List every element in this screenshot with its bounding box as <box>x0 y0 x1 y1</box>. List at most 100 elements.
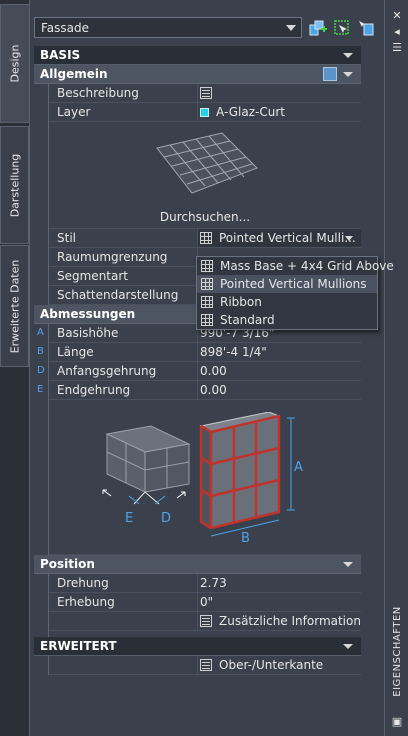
section-allgemein-title: Allgemein <box>40 67 108 81</box>
chevron-down-icon <box>286 25 296 31</box>
property-label: Drehung <box>57 576 109 590</box>
property-label: Segmentart <box>57 269 128 283</box>
document-icon <box>200 615 212 627</box>
object-type-select[interactable]: Fassade <box>34 17 302 38</box>
properties-palette: Fassade BASIS Allgemein Beschreibung Lay… <box>29 0 384 736</box>
dimension-marker: E <box>37 384 44 395</box>
section-position-header[interactable]: Position <box>34 555 361 574</box>
diagram-label-b: B <box>241 531 250 542</box>
auto-hide-icon[interactable]: ◂ <box>391 26 403 38</box>
property-value[interactable]: 0.00 <box>197 362 361 380</box>
style-preview[interactable]: Durchsuchen... <box>49 122 361 229</box>
chevron-down-icon[interactable] <box>345 236 353 241</box>
section-erweitert-header[interactable]: ERWEITERT <box>34 637 361 656</box>
dimension-diagram: E D A B <box>49 400 361 555</box>
dropdown-option-selected[interactable]: Pointed Vertical Mullions <box>197 275 377 293</box>
property-row-laenge[interactable]: B Länge 898'-4 1/4" <box>37 343 361 362</box>
section-allgemein-header[interactable]: Allgemein <box>34 65 361 84</box>
property-row-ober-unterkante[interactable]: Ober-/Unterkante <box>49 656 361 675</box>
property-row-anfangsgehrung[interactable]: D Anfangsgehrung 0.00 <box>37 362 361 381</box>
quick-properties-icon[interactable] <box>323 67 337 81</box>
document-icon[interactable] <box>200 87 212 99</box>
property-row-endgehrung[interactable]: E Endgehrung 0.00 <box>37 381 361 400</box>
select-objects-icon[interactable] <box>357 19 375 37</box>
tab-erweiterte-daten-label: Erweiterte Daten <box>8 259 21 353</box>
object-type-value: Fassade <box>41 20 90 35</box>
dimension-marker: A <box>37 327 44 338</box>
property-row-beschreibung[interactable]: Beschreibung <box>49 84 361 103</box>
property-label: Endgehrung <box>57 383 131 397</box>
property-value[interactable] <box>197 84 361 102</box>
layer-color-icon <box>200 107 209 117</box>
erweitert-rows: Ober-/Unterkante <box>48 656 361 675</box>
diagram-label-e: E <box>125 511 133 526</box>
property-label: Erhebung <box>57 595 115 609</box>
property-value[interactable]: 2.73 <box>197 574 361 592</box>
stil-value: Pointed Vertical Mulli... <box>219 231 356 245</box>
additional-info-button[interactable]: Zusätzliche Informationen <box>197 612 361 630</box>
property-label: Schattendarstellung <box>57 288 179 302</box>
curtain-wall-dimension-image: E D A B <box>102 412 303 542</box>
ober-unterkante-button[interactable]: Ober-/Unterkante <box>197 656 361 674</box>
property-label: Layer <box>57 105 91 119</box>
property-row-zusaetzliche-informationen[interactable]: Zusätzliche Informationen <box>49 612 361 631</box>
tab-design-label: Design <box>8 44 22 83</box>
section-basis-header[interactable]: BASIS <box>34 46 361 65</box>
diagram-label-d: D <box>161 511 171 526</box>
property-label: Basishöhe <box>57 326 119 340</box>
add-object-icon[interactable] <box>309 19 327 37</box>
grid-style-icon <box>201 260 213 272</box>
tab-design[interactable]: Design <box>0 4 29 123</box>
property-label: Stil <box>57 231 76 245</box>
section-abmessungen-title: Abmessungen <box>40 307 136 321</box>
property-value[interactable]: A-Glaz-Curt <box>197 103 361 121</box>
tab-darstellung-label: Darstellung <box>8 153 21 217</box>
property-value[interactable]: 0" <box>197 593 361 611</box>
property-row-drehung[interactable]: Drehung 2.73 <box>49 574 361 593</box>
settings-icon[interactable]: ☰ <box>391 42 403 54</box>
dimension-marker: B <box>37 346 44 357</box>
abmessungen-rows: A Basishöhe 990'-7 3/16" B Länge 898'-4 … <box>37 324 361 555</box>
chevron-down-icon <box>343 644 353 649</box>
diagram-label-a: A <box>294 460 303 475</box>
stil-dropdown-list[interactable]: Mass Base + 4x4 Grid Above Pointed Verti… <box>196 256 394 330</box>
curtain-wall-preview-image <box>156 132 258 194</box>
properties-content: BASIS Allgemein Beschreibung Layer A-Gla… <box>34 46 361 675</box>
property-value[interactable]: 0.00 <box>197 381 361 399</box>
property-label: Beschreibung <box>57 86 139 100</box>
stil-select[interactable]: Pointed Vertical Mulli... <box>197 229 361 247</box>
section-erweitert-title: ERWEITERT <box>40 639 117 653</box>
property-label: Anfangsgehrung <box>57 364 157 378</box>
palette-title-bar[interactable]: ✕ ◂ ☰ EIGENSCHAFTEN ▣ <box>384 0 408 736</box>
palette-title: EIGENSCHAFTEN <box>391 605 403 697</box>
property-row-stil[interactable]: Stil Pointed Vertical Mulli... <box>49 229 361 248</box>
section-basis-title: BASIS <box>40 48 81 62</box>
document-icon <box>200 659 212 671</box>
quick-select-icon[interactable] <box>333 19 351 37</box>
section-position-title: Position <box>40 557 95 571</box>
property-label: Länge <box>57 345 94 359</box>
palette-toolbar: Fassade <box>30 0 385 44</box>
dropdown-option[interactable]: Ribbon <box>197 293 377 311</box>
palette-menu-icon[interactable]: ▣ <box>391 716 403 728</box>
dropdown-option[interactable]: Standard <box>197 311 377 329</box>
property-row-layer[interactable]: Layer A-Glaz-Curt <box>49 103 361 122</box>
grid-style-icon <box>201 278 213 290</box>
grid-style-icon <box>201 314 213 326</box>
property-value[interactable]: 898'-4 1/4" <box>197 343 361 361</box>
dimension-marker: D <box>37 365 45 376</box>
grid-style-icon <box>201 296 213 308</box>
tab-erweiterte-daten[interactable]: Erweiterte Daten <box>0 245 29 367</box>
close-icon[interactable]: ✕ <box>391 10 403 22</box>
browse-link[interactable]: Durchsuchen... <box>49 210 361 224</box>
vertical-tab-strip: Design Darstellung Erweiterte Daten <box>0 0 29 736</box>
chevron-down-icon <box>343 53 353 58</box>
tab-darstellung[interactable]: Darstellung <box>0 126 29 244</box>
dropdown-option[interactable]: Mass Base + 4x4 Grid Above <box>197 257 394 275</box>
position-rows: Drehung 2.73 Erhebung 0" Zusätzliche Inf… <box>48 574 361 637</box>
property-label: Raumumgrenzung <box>57 250 168 264</box>
layer-value: A-Glaz-Curt <box>216 105 285 119</box>
property-row-erhebung[interactable]: Erhebung 0" <box>49 593 361 612</box>
chevron-down-icon <box>343 562 353 567</box>
chevron-down-icon <box>343 72 353 77</box>
